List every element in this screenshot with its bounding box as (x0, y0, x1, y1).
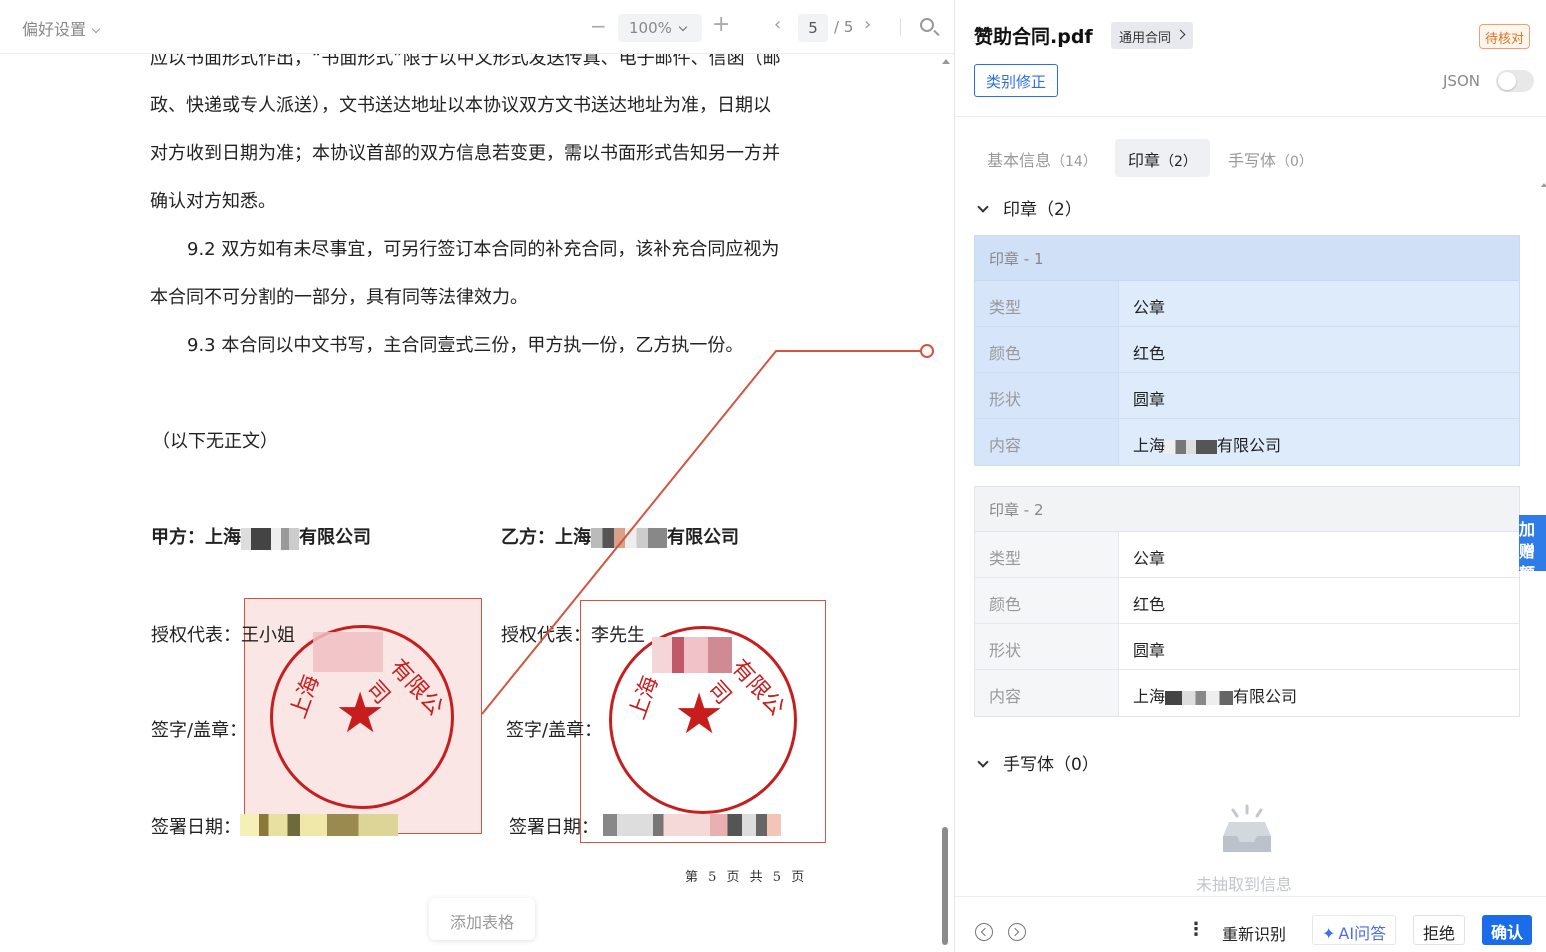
doc-line-3: 对方收到日期为准；本协议首部的双方信息若变更，需以书面形式告知另一方并 (150, 143, 780, 164)
doc-line-4: 确认对方知悉。 (150, 191, 276, 212)
next-page-button[interactable]: › (864, 14, 871, 35)
empty-text: 未抽取到信息 (1196, 875, 1293, 894)
seal-1-stamp: ★ 上海 有限公司 (270, 625, 454, 809)
party-b-name: 乙方：上海 有限公司 (501, 527, 739, 548)
tab-basic-info[interactable]: 基本信息（14） (974, 139, 1110, 177)
json-label: JSON (1443, 72, 1480, 90)
rep-b: 授权代表：李先生 (501, 625, 645, 646)
date-a-label: 签署日期： (151, 817, 241, 838)
chevron-down-icon (977, 201, 989, 213)
prev-page-button[interactable]: ‹ (774, 14, 781, 35)
party-a-name: 甲方：上海 有限公司 (151, 527, 371, 550)
tab-handwriting[interactable]: 手写体（0） (1215, 139, 1326, 177)
sign-b-label: 签字/盖章： (506, 720, 603, 741)
seal-row-color: 颜色 红色 (975, 578, 1519, 624)
chevron-down-icon (977, 756, 989, 768)
content-redaction (1165, 439, 1218, 454)
handwriting-section-header[interactable]: 手写体（0） (977, 750, 1099, 775)
chevron-down-icon (91, 24, 101, 34)
panel-bottom-bar: ⋮ 重新识别 ✦ AI问答 拒绝 确认 (955, 896, 1546, 952)
document-viewer: 应以书面形式作出，“书面形式”限于以中文形式发送传真、电子邮件、信函（邮 政、快… (0, 0, 955, 952)
seal-card-header: 印章 - 2 (975, 487, 1519, 532)
tab-seals[interactable]: 印章（2） (1115, 139, 1210, 177)
zoom-out-button[interactable]: − (590, 14, 607, 38)
bonus-quota-tab[interactable]: 加赠额度 (1519, 515, 1546, 571)
category-correct-button[interactable]: 类别修正 (974, 64, 1058, 97)
seal-card-header: 印章 - 1 (975, 236, 1519, 281)
zoom-in-button[interactable]: + (712, 12, 730, 37)
chevron-down-icon (678, 22, 688, 32)
date-a-redaction (240, 814, 398, 836)
seal-row-type: 类型 公章 (975, 281, 1519, 327)
rep-a: 授权代表：王小姐 (151, 625, 295, 646)
confirm-button[interactable]: 确认 (1482, 915, 1533, 945)
json-toggle[interactable] (1496, 70, 1534, 92)
seal-row-color: 颜色 红色 (975, 327, 1519, 373)
scroll-up-icon[interactable] (942, 59, 950, 64)
page-footer: 第 5 页 共 5 页 (685, 870, 808, 885)
search-icon[interactable] (920, 18, 934, 32)
doc-line-2: 政、快递或专人派送），文书送达地址以本协议双方文书送达地址为准，日期以 (150, 95, 771, 116)
extraction-panel: 赞助合同.pdf 通用合同 待核对 类别修正 JSON 基本信息（14） 印章（… (955, 0, 1546, 952)
seal-row-shape: 形状 圆章 (975, 624, 1519, 670)
seal-card-2[interactable]: 印章 - 2 类型 公章 颜色 红色 形状 圆章 内容 上海 有限公司 (974, 486, 1520, 717)
next-circle-icon[interactable] (1008, 923, 1026, 941)
seal-2-text-left: 上海 (625, 672, 664, 723)
doc-line-6: 本合同不可分割的一部分，具有同等法律效力。 (150, 287, 528, 308)
seal-row-shape: 形状 圆章 (975, 373, 1519, 419)
doc-line-5: 9.2 双方如有未尽事宜，可另行签订本合同的补充合同，该补充合同应视为 (187, 239, 780, 260)
seal-2-stamp: ★ 上海 有限公司 (609, 626, 797, 814)
divider (955, 116, 1546, 117)
viewer-scrollbar[interactable] (940, 55, 952, 952)
doc-line-7: 9.3 本合同以中文书写，主合同壹式三份，甲方执一份，乙方执一份。 (187, 335, 744, 356)
file-title: 赞助合同.pdf (974, 26, 1093, 48)
viewer-toolbar: 偏好设置 − 100% + ‹ 5 / 5 › (0, 0, 954, 54)
seal-card-1[interactable]: 印章 - 1 类型 公章 颜色 红色 形状 圆章 内容 上海 有限公司 (974, 235, 1520, 466)
reidentify-button[interactable]: 重新识别 (1222, 921, 1286, 945)
ai-qa-button[interactable]: ✦ AI问答 (1312, 915, 1397, 945)
page-number-input[interactable]: 5 (798, 14, 828, 42)
seal-row-content: 内容 上海 有限公司 (975, 670, 1519, 716)
category-tag[interactable]: 通用合同 (1111, 22, 1194, 49)
scrollbar-thumb[interactable] (942, 827, 948, 945)
status-badge: 待核对 (1479, 24, 1531, 49)
empty-inbox-icon (1223, 804, 1271, 852)
zoom-select[interactable]: 100% (618, 14, 702, 42)
toolbar-divider (900, 18, 901, 36)
panel-scroll-up-icon[interactable] (1541, 183, 1546, 187)
seal-1-text-left: 上海 (286, 671, 325, 722)
content-redaction (1165, 690, 1234, 705)
prev-circle-icon[interactable] (975, 923, 993, 941)
seal-2-redaction (652, 637, 732, 673)
preferences-menu[interactable]: 偏好设置 (22, 16, 101, 40)
date-b-label: 签署日期： (509, 817, 599, 838)
seal-1-redaction (313, 632, 383, 672)
sign-a-label: 签字/盖章： (151, 720, 248, 741)
seal-section-header[interactable]: 印章（2） (977, 195, 1082, 220)
sparkle-icon: ✦ (1322, 924, 1336, 943)
doc-line-8: （以下无正文） (152, 431, 278, 452)
reject-button[interactable]: 拒绝 (1413, 915, 1466, 945)
date-b-redaction (603, 814, 781, 836)
add-table-button[interactable]: 添加表格 (429, 898, 535, 940)
seal-row-content: 内容 上海 有限公司 (975, 419, 1519, 465)
page-total: / 5 (834, 18, 854, 36)
more-icon[interactable]: ⋮ (1187, 919, 1205, 940)
seal-row-type: 类型 公章 (975, 532, 1519, 578)
document-page: 应以书面形式作出，“书面形式”限于以中文形式发送传真、电子邮件、信函（邮 政、快… (0, 0, 940, 952)
